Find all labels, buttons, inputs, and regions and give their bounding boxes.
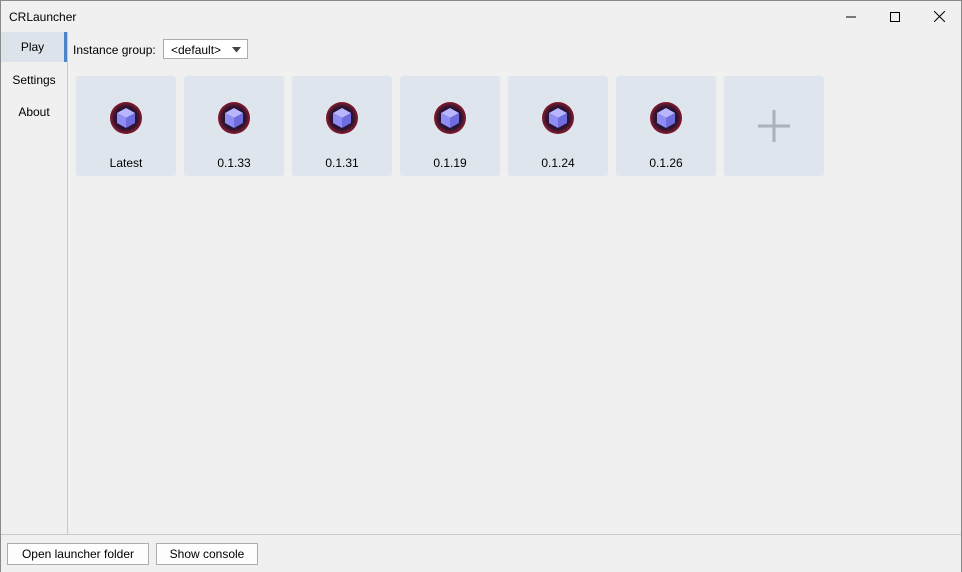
sidebar-item-play[interactable]: Play	[1, 32, 67, 62]
maximize-icon	[890, 11, 900, 22]
footer-bar: Open launcher folder Show console	[1, 534, 961, 572]
instance-group-value: <default>	[171, 43, 222, 57]
cube-logo-icon	[218, 102, 250, 134]
instance-group-select[interactable]: <default>	[163, 39, 248, 59]
window-title: CRLauncher	[9, 10, 77, 24]
title-bar: CRLauncher	[1, 1, 961, 32]
minimize-icon	[846, 16, 856, 17]
show-console-button[interactable]: Show console	[156, 543, 258, 565]
cube-logo-icon	[542, 102, 574, 134]
instance-tile[interactable]: 0.1.19	[400, 76, 500, 176]
close-button[interactable]	[917, 1, 961, 32]
cube-logo-icon	[110, 102, 142, 134]
instance-tile[interactable]: 0.1.26	[616, 76, 716, 176]
instance-tile[interactable]: 0.1.31	[292, 76, 392, 176]
cube-logo-icon	[434, 102, 466, 134]
instance-label: Latest	[109, 156, 143, 170]
cube-logo-icon	[650, 102, 682, 134]
sidebar: Play Settings About	[1, 32, 68, 534]
cube-logo-icon	[326, 102, 358, 134]
plus-icon	[758, 110, 790, 142]
close-icon	[933, 11, 945, 22]
sidebar-item-settings[interactable]: Settings	[1, 65, 67, 95]
instance-label: 0.1.33	[217, 156, 251, 170]
instance-label: 0.1.31	[325, 156, 359, 170]
instance-tile[interactable]: 0.1.24	[508, 76, 608, 176]
sidebar-item-about[interactable]: About	[1, 97, 67, 127]
instance-tile-latest[interactable]: Latest	[76, 76, 176, 176]
instance-label: 0.1.19	[433, 156, 467, 170]
maximize-button[interactable]	[873, 1, 917, 32]
sidebar-item-label: About	[18, 105, 50, 119]
chevron-down-icon	[232, 47, 241, 53]
add-instance-tile[interactable]	[724, 76, 824, 176]
open-launcher-folder-button[interactable]: Open launcher folder	[7, 543, 149, 565]
instance-group-label: Instance group:	[73, 43, 156, 57]
instance-label: 0.1.26	[649, 156, 683, 170]
minimize-button[interactable]	[829, 1, 873, 32]
instance-label: 0.1.24	[541, 156, 575, 170]
sidebar-item-label: Settings	[12, 73, 56, 87]
launcher-window: CRLauncher Play Settings About Instance …	[0, 0, 962, 572]
sidebar-item-label: Play	[20, 40, 45, 54]
instance-tile[interactable]: 0.1.33	[184, 76, 284, 176]
